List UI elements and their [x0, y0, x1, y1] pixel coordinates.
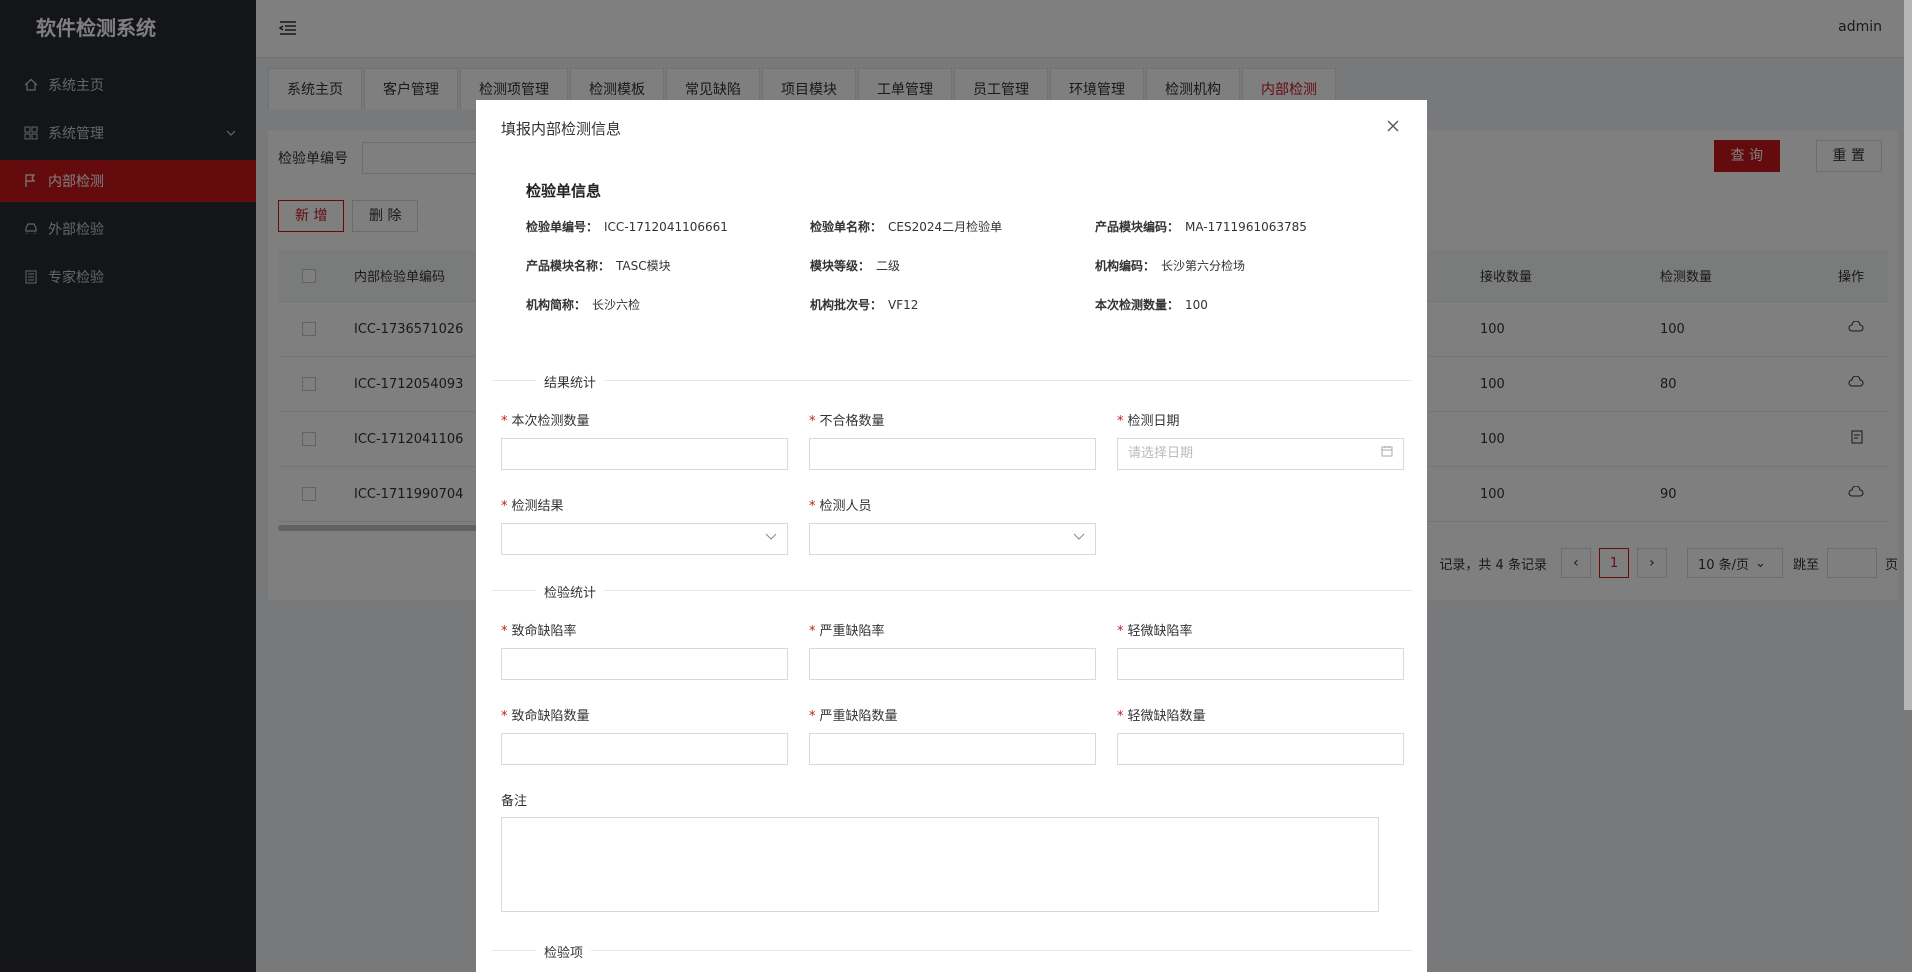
divider-label: 结果统计	[536, 372, 605, 391]
divider	[492, 950, 1412, 951]
severe-count-input[interactable]	[809, 733, 1096, 765]
info-item: 模块等级： 二级	[810, 259, 901, 273]
divider	[492, 380, 1412, 381]
info-item: 机构编码： 长沙第六分检场	[1095, 259, 1246, 273]
label-remark: 备注	[501, 794, 528, 809]
info-item: 机构批次号： VF12	[810, 298, 919, 312]
info-item: 检验单编号： ICC-1712041106661	[526, 220, 728, 234]
label-severe-rate: * 严重缺陷率	[809, 624, 885, 639]
chevron-down-icon	[765, 524, 777, 554]
label-test-date: * 检测日期	[1117, 414, 1180, 429]
info-item: 产品模块名称： TASC模块	[526, 259, 671, 273]
fatal-rate-input[interactable]	[501, 648, 788, 680]
fatal-count-input[interactable]	[501, 733, 788, 765]
page-vertical-scrollbar[interactable]	[1904, 0, 1912, 710]
label-minor-rate: * 轻微缺陷率	[1117, 624, 1193, 639]
close-icon[interactable]	[1385, 118, 1401, 134]
fill-internal-inspection-dialog: 填报内部检测信息 检验单信息 检验单编号： ICC-1712041106661 检…	[476, 100, 1427, 972]
label-unqualified-count: * 不合格数量	[809, 414, 885, 429]
dialog-title: 填报内部检测信息	[501, 120, 622, 138]
info-item: 本次检测数量： 100	[1095, 298, 1208, 312]
test-count-input[interactable]	[501, 438, 788, 470]
minor-count-input[interactable]	[1117, 733, 1404, 765]
label-test-result: * 检测结果	[501, 499, 564, 514]
label-test-count: * 本次检测数量	[501, 414, 590, 429]
label-inspector: * 检测人员	[809, 499, 872, 514]
label-minor-count: * 轻微缺陷数量	[1117, 709, 1206, 724]
severe-rate-input[interactable]	[809, 648, 1096, 680]
label-severe-count: * 严重缺陷数量	[809, 709, 898, 724]
label-fatal-count: * 致命缺陷数量	[501, 709, 590, 724]
divider	[492, 590, 1412, 591]
remark-textarea[interactable]	[501, 817, 1379, 912]
test-date-picker[interactable]: 请选择日期	[1117, 438, 1404, 470]
chevron-down-icon	[1073, 524, 1085, 554]
divider-label: 检验项	[536, 942, 592, 961]
calendar-icon	[1381, 439, 1393, 469]
unqualified-count-input[interactable]	[809, 438, 1096, 470]
section-title: 检验单信息	[526, 182, 602, 200]
divider-label: 检验统计	[536, 582, 605, 601]
info-item: 检验单名称： CES2024二月检验单	[810, 220, 1003, 234]
inspector-select[interactable]	[809, 523, 1096, 555]
info-item: 产品模块编码： MA-1711961063785	[1095, 220, 1307, 234]
minor-rate-input[interactable]	[1117, 648, 1404, 680]
label-fatal-rate: * 致命缺陷率	[501, 624, 577, 639]
test-result-select[interactable]	[501, 523, 788, 555]
info-item: 机构简称： 长沙六检	[526, 298, 641, 312]
